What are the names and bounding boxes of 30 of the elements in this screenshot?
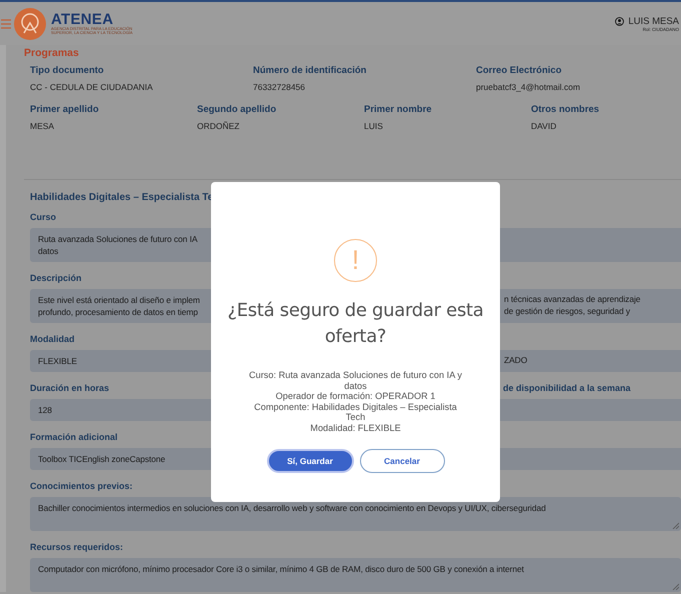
field-label: Segundo apellido bbox=[197, 104, 278, 115]
field-label: Número de identificación bbox=[253, 65, 368, 76]
field-value: CC - CEDULA DE CIUDADANIA bbox=[30, 82, 154, 92]
field-label: Otros nombres bbox=[531, 104, 600, 115]
field-label: Correo Electrónico bbox=[476, 65, 563, 76]
dialog-detail: Curso: Ruta avanzada Soluciones de futuro con IA y datos bbox=[248, 370, 463, 391]
field-label: Formación adicional bbox=[30, 432, 118, 442]
field-label: Descripción bbox=[30, 273, 82, 283]
field-label: Duración en horas bbox=[30, 383, 110, 393]
field-value: MESA bbox=[30, 121, 56, 131]
dialog-detail: Componente: Habilidades Digitales – Especialista Tech bbox=[253, 402, 458, 422]
field-label: Curso bbox=[30, 212, 56, 222]
field-value: 76332728456 bbox=[253, 82, 306, 92]
field-label: Modalidad bbox=[30, 334, 74, 344]
field-value: ORDOÑEZ bbox=[197, 121, 240, 131]
dialog-detail: Modalidad: FLEXIBLE bbox=[310, 422, 401, 433]
field-label: Primer nombre bbox=[364, 104, 433, 115]
warning-icon: ! bbox=[334, 239, 377, 282]
field-label: Primer apellido bbox=[30, 104, 100, 115]
dialog-detail: Operador de formación: OPERADOR 1 bbox=[276, 391, 436, 402]
field-label: Tipo documento bbox=[30, 65, 105, 76]
field-value: pruebatcf3_4@hotmail.com bbox=[476, 82, 582, 92]
field-label: de disponibilidad a la semana bbox=[503, 383, 631, 393]
field-label: Conocimientos previos: bbox=[30, 481, 133, 491]
dialog-title: ¿Está seguro de guardar esta oferta? bbox=[226, 299, 485, 349]
field-value: DAVID bbox=[531, 121, 558, 131]
field-label: Recursos requeridos: bbox=[30, 542, 124, 552]
section-title: Programas bbox=[24, 47, 80, 59]
field-value: LUIS bbox=[364, 121, 384, 131]
brand-name: ATENEA bbox=[51, 12, 114, 26]
